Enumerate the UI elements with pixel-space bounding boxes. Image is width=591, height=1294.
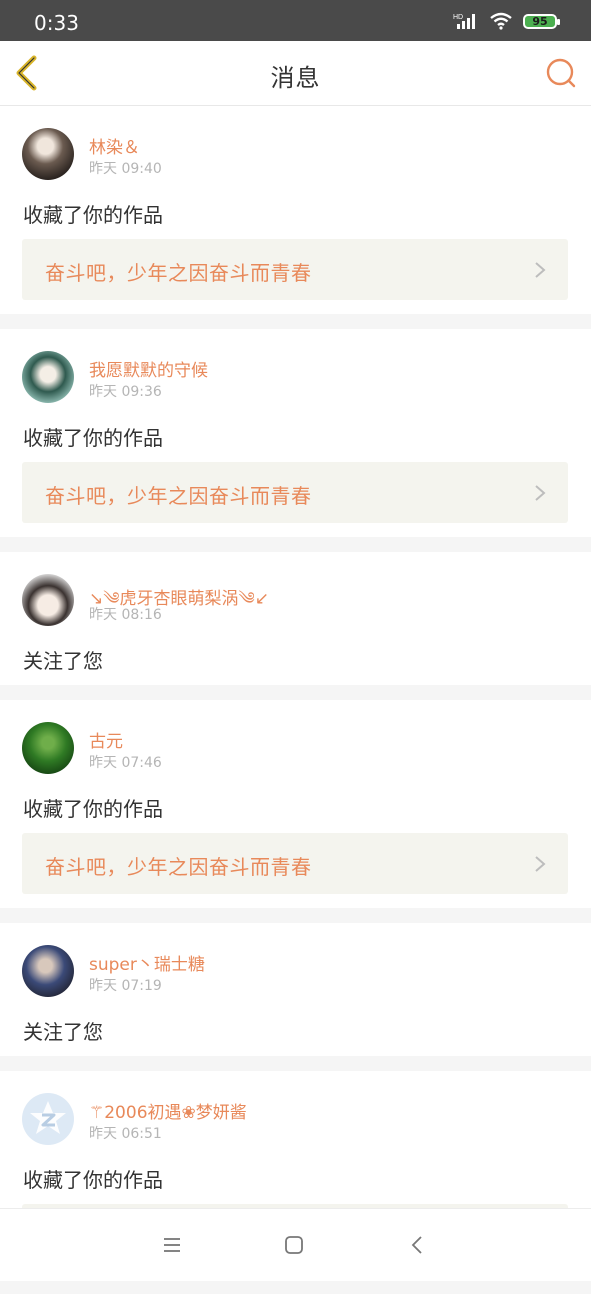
notification-card[interactable]: ↘༄虎牙杏眼萌梨涡༄↙ 昨天 08:16 关注了您 — [0, 552, 591, 685]
username[interactable]: 古元 — [89, 727, 123, 752]
notification-list: 林染＆ 昨天 09:40 收藏了你的作品 奋斗吧，少年之因奋斗而青春 我愿默默的… — [0, 106, 591, 1294]
network-label: HD — [453, 14, 463, 21]
timestamp: 昨天 06:51 — [89, 1126, 162, 1142]
system-navigation-bar — [0, 1208, 591, 1281]
status-time: 0:33 — [34, 11, 79, 35]
notification-card[interactable]: 林染＆ 昨天 09:40 收藏了你的作品 奋斗吧，少年之因奋斗而青春 — [0, 106, 591, 314]
username[interactable]: 林染＆ — [89, 133, 140, 158]
timestamp: 昨天 07:19 — [89, 978, 162, 994]
timestamp: 昨天 09:40 — [89, 161, 162, 177]
timestamp: 昨天 08:16 — [89, 607, 162, 623]
avatar[interactable] — [22, 722, 74, 774]
search-icon[interactable] — [545, 57, 577, 89]
status-icons: HD 95 — [453, 12, 560, 30]
work-title: 奋斗吧，少年之因奋斗而青春 — [45, 261, 312, 285]
timestamp: 昨天 07:46 — [89, 755, 162, 771]
work-title: 奋斗吧，少年之因奋斗而青春 — [45, 855, 312, 879]
action-text: 收藏了你的作品 — [23, 426, 163, 450]
chevron-right-icon — [535, 485, 546, 501]
page-title: 消息 — [270, 64, 321, 92]
timestamp: 昨天 09:36 — [89, 384, 162, 400]
avatar[interactable] — [22, 945, 74, 997]
battery-icon: 95 — [523, 13, 560, 29]
username[interactable]: ⚚2006初遇❀梦妍酱 — [89, 1098, 247, 1123]
avatar[interactable] — [22, 351, 74, 403]
menu-icon[interactable] — [160, 1233, 184, 1257]
username[interactable]: 我愿默默的守候 — [89, 356, 208, 381]
status-bar: 0:33 HD 95 — [0, 0, 591, 41]
nav-bar: 消息 — [0, 41, 591, 106]
action-text: 关注了您 — [23, 1020, 103, 1044]
work-link[interactable]: 奋斗吧，少年之因奋斗而青春 — [22, 239, 568, 300]
avatar[interactable] — [22, 574, 74, 626]
default-avatar-icon — [30, 1101, 66, 1134]
action-text: 收藏了你的作品 — [23, 1168, 163, 1192]
notification-card[interactable]: super丶瑞士糖 昨天 07:19 关注了您 — [0, 923, 591, 1056]
back-icon[interactable] — [406, 1233, 430, 1257]
work-title: 奋斗吧，少年之因奋斗而青春 — [45, 484, 312, 508]
work-link[interactable]: 奋斗吧，少年之因奋斗而青春 — [22, 462, 568, 523]
chevron-right-icon — [535, 262, 546, 278]
home-icon[interactable] — [282, 1233, 306, 1257]
notification-card[interactable]: 古元 昨天 07:46 收藏了你的作品 奋斗吧，少年之因奋斗而青春 — [0, 700, 591, 908]
wifi-icon — [490, 12, 512, 30]
action-text: 收藏了你的作品 — [23, 797, 163, 821]
avatar[interactable] — [22, 128, 74, 180]
action-text: 收藏了你的作品 — [23, 203, 163, 227]
chevron-right-icon — [535, 856, 546, 872]
notification-card[interactable]: 我愿默默的守候 昨天 09:36 收藏了你的作品 奋斗吧，少年之因奋斗而青春 — [0, 329, 591, 537]
avatar[interactable] — [22, 1093, 74, 1145]
action-text: 关注了您 — [23, 649, 103, 673]
work-link[interactable]: 奋斗吧，少年之因奋斗而青春 — [22, 833, 568, 894]
signal-icon: HD — [453, 14, 475, 29]
username[interactable]: super丶瑞士糖 — [89, 950, 205, 975]
